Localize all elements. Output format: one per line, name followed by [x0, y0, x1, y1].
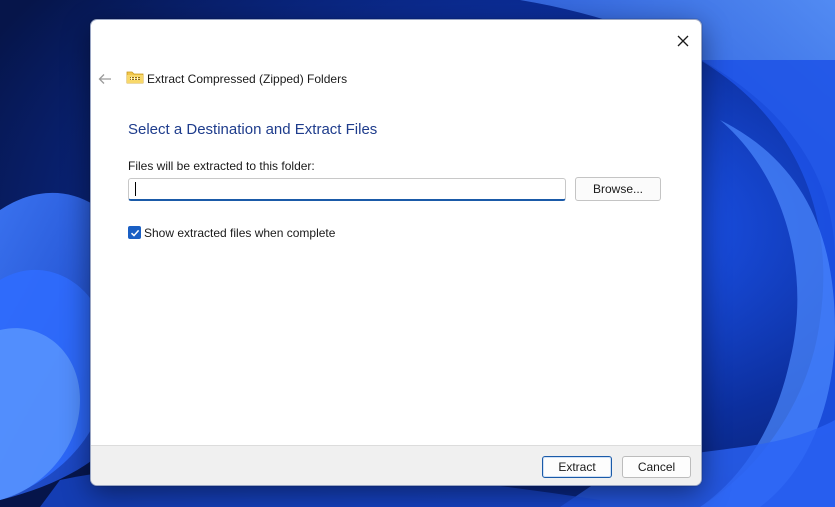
extract-dialog: Extract Compressed (Zipped) Folders Sele…: [90, 19, 702, 486]
destination-label: Files will be extracted to this folder:: [128, 159, 315, 173]
cancel-button[interactable]: Cancel: [622, 456, 691, 478]
arrow-left-icon: [98, 74, 111, 84]
dialog-header: Extract Compressed (Zipped) Folders: [91, 65, 701, 93]
show-files-label[interactable]: Show extracted files when complete: [144, 226, 335, 240]
destination-path-input[interactable]: [128, 178, 566, 201]
window-title: Extract Compressed (Zipped) Folders: [147, 72, 348, 86]
close-icon: [677, 35, 689, 47]
extract-button[interactable]: Extract: [542, 456, 612, 478]
browse-button[interactable]: Browse...: [575, 177, 661, 201]
text-caret: [135, 182, 136, 196]
show-files-checkbox[interactable]: [128, 226, 141, 239]
page-heading: Select a Destination and Extract Files: [128, 121, 378, 138]
close-button[interactable]: [669, 27, 697, 55]
back-button[interactable]: [95, 69, 115, 89]
dialog-footer: Extract Cancel: [91, 445, 701, 485]
checkmark-icon: [130, 229, 139, 237]
zipped-folder-icon: [126, 71, 144, 84]
